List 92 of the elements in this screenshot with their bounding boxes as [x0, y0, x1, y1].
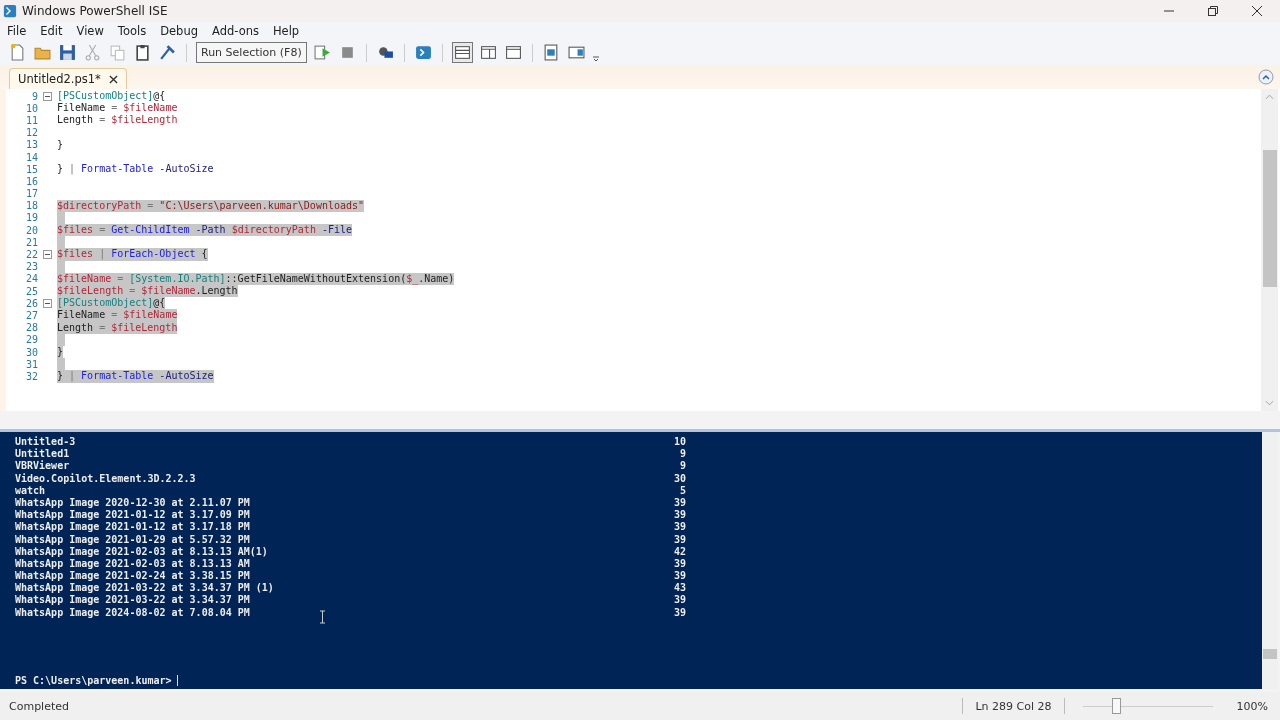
line-number: 28 [24, 322, 38, 334]
overflow-icon[interactable] [591, 53, 600, 62]
output-cell: 5 [679, 484, 686, 497]
line-number: 26 [24, 297, 38, 309]
collapse-icon[interactable] [43, 298, 52, 308]
collapse-icon[interactable] [43, 91, 52, 101]
output-cell-text: Untitled1 [15, 448, 70, 460]
code-line: } | Format-Table -AutoSize [57, 163, 214, 176]
line-number: 16 [24, 175, 38, 187]
line-number: 21 [24, 236, 38, 248]
line-number: 27 [24, 309, 38, 321]
close-icon[interactable] [1252, 6, 1262, 16]
output-cell: 39 [673, 521, 686, 534]
line-number: 19 [24, 212, 38, 224]
line-number: 24 [24, 273, 38, 285]
output-cell: WhatsApp Image 2024-08-02 at 7.08.04 PM [15, 606, 250, 619]
output-cell: 39 [673, 509, 686, 522]
line-number: 10 [24, 102, 38, 114]
output-cell: 39 [673, 570, 686, 583]
line-number: 23 [24, 261, 38, 273]
output-cell: 9 [679, 460, 686, 473]
output-cell: watch [15, 484, 46, 497]
output-cell: WhatsApp Image 2021-02-24 at 3.38.15 PM [15, 570, 250, 583]
line-number: 29 [24, 334, 38, 346]
close-icon[interactable] [108, 74, 118, 84]
output-cell: WhatsApp Image 2021-02-03 at 8.13.13 AM(1) [15, 545, 268, 558]
output-cell: WhatsApp Image 2021-02-03 at 8.13.13 AM [15, 557, 250, 571]
line-number: 22 [24, 249, 38, 261]
line-number: 20 [24, 224, 38, 236]
line-number: 12 [24, 127, 38, 139]
output-cell: WhatsApp Image 2021-03-22 at 3.34.37 PM [15, 594, 250, 607]
line-number: 25 [24, 285, 38, 297]
output-cell: WhatsApp Image 2020-12-30 at 2.11.07 PM [15, 496, 250, 510]
powershell-logo-icon [3, 4, 17, 18]
output-cell-text: Untitled-3 [15, 436, 76, 448]
menu-item[interactable]: Add-ons [212, 24, 259, 38]
output-cell: 42 [673, 545, 686, 558]
save-icon[interactable] [58, 43, 77, 62]
line-number: 17 [24, 188, 38, 200]
menu-item[interactable]: View [76, 24, 104, 38]
line-number: 14 [24, 151, 38, 163]
line-number: 11 [24, 114, 38, 126]
output-cell: 39 [673, 496, 686, 510]
output-cell: 10 [673, 436, 686, 449]
cursor-position: Ln 289 Col 28 [974, 699, 1053, 713]
restore-icon[interactable] [1208, 6, 1218, 16]
run-script-icon[interactable] [312, 43, 332, 62]
output-cell: VBRViewer [15, 460, 70, 473]
output-cell: 39 [673, 594, 686, 607]
status-text: Completed [8, 699, 69, 713]
output-cell: Video.Copilot.Element.3D.2.2.3 [15, 472, 196, 485]
output-cell: 43 [673, 582, 686, 595]
output-cell: WhatsApp Image 2021-01-12 at 3.17.18 PM [15, 521, 250, 534]
console-prompt[interactable]: PS C:\Users\parveen.kumar> [15, 675, 172, 686]
clipboard-icon[interactable] [133, 43, 152, 62]
output-cell: 30 [673, 472, 686, 485]
script-tab[interactable]: Untitled2.ps1* [9, 68, 127, 89]
collapse-icon[interactable] [43, 250, 52, 260]
code-line: FileName = $fileName [57, 102, 178, 115]
code-line: Length = $fileLength [57, 114, 178, 127]
code-line: [PSCustomObject]@{ [57, 90, 166, 103]
output-cell: WhatsApp Image 2021-01-29 at 5.57.32 PM [15, 533, 250, 546]
menu-item[interactable]: Help [272, 24, 300, 38]
layout-icon[interactable] [503, 43, 523, 62]
slider-thumb[interactable] [1112, 698, 1122, 714]
code-line: } [57, 138, 64, 151]
hammer-icon[interactable] [158, 43, 177, 62]
output-cell: WhatsApp Image 2021-01-12 at 3.17.09 PM [15, 509, 250, 522]
layout-icon[interactable] [478, 43, 498, 62]
layout-icon[interactable] [451, 42, 473, 63]
menu-item[interactable]: File [7, 24, 27, 38]
line-number: 9 [30, 90, 38, 102]
menu-item[interactable]: Tools [117, 24, 147, 38]
line-number: 13 [24, 139, 38, 151]
line-number: 32 [24, 370, 38, 382]
zoom-level: 100% [1236, 699, 1269, 713]
line-number: 18 [24, 200, 38, 212]
output-cell: 39 [673, 606, 686, 619]
menu-item[interactable]: Debug [160, 24, 198, 38]
output-cell: 9 [679, 448, 686, 461]
powershell-icon[interactable] [413, 43, 433, 62]
run-selection-tooltip: Run Selection (F8) [196, 42, 307, 63]
collapse-icon[interactable] [1258, 69, 1274, 85]
text-cursor-icon [319, 610, 326, 624]
menu-item[interactable]: Edit [40, 24, 63, 38]
line-number: 31 [24, 358, 38, 370]
output-cell: 39 [673, 557, 686, 571]
window-title: Windows PowerShell ISE [22, 4, 168, 18]
output-cell: 39 [673, 533, 686, 546]
line-number: 15 [24, 163, 38, 175]
output-cell: WhatsApp Image 2021-03-22 at 3.34.37 PM (1) [15, 582, 274, 595]
line-number: 30 [24, 346, 38, 358]
